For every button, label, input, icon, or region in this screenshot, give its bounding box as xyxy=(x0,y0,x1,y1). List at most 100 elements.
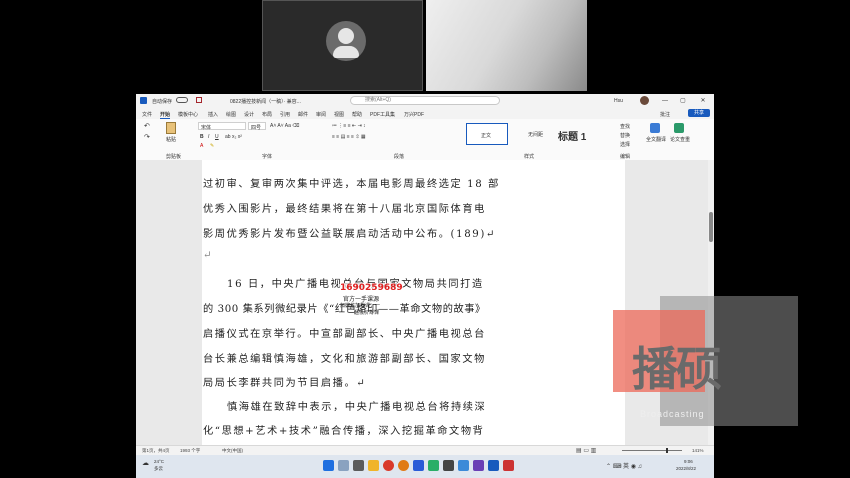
app-icon[interactable] xyxy=(443,460,454,471)
close-button[interactable]: ✕ xyxy=(694,96,712,106)
menu-references[interactable]: 引用 xyxy=(280,111,290,118)
translate-button[interactable]: 全文翻译 xyxy=(646,136,666,143)
word-count[interactable]: 1993 个字 xyxy=(180,448,200,454)
overlay-line2: 加微信加我课，一 xyxy=(340,303,381,309)
ribbon: ↶ ↷ 粘贴 剪贴板 宋体 四号 A˄ A˅ Aa ⌫ B I U ab x₂ … xyxy=(136,119,714,161)
word-taskbar-icon[interactable] xyxy=(488,460,499,471)
search-input[interactable]: 搜索(Alt+Q) xyxy=(350,96,500,105)
menu-design[interactable]: 设计 xyxy=(244,111,254,118)
zoom-slider[interactable] xyxy=(622,450,682,451)
user-avatar[interactable] xyxy=(640,96,649,105)
taskbar: ☁ 24°C 多云 ⌃ ⌨ 英 ◉ ♫ 9:06 2022/8/22 xyxy=(136,455,714,478)
browser-icon[interactable] xyxy=(398,460,409,471)
replace-button[interactable]: 替换 xyxy=(620,132,630,139)
brand-watermark: 播硕 xyxy=(632,342,722,396)
underline-button[interactable]: U xyxy=(215,134,219,140)
autosave-toggle[interactable] xyxy=(176,97,188,103)
chrome-icon[interactable] xyxy=(383,460,394,471)
style-normal[interactable]: 正文 xyxy=(466,123,508,145)
bold-button[interactable]: B xyxy=(200,134,204,140)
video-tile-participant xyxy=(262,0,423,91)
user-name[interactable]: Hsu xyxy=(614,98,623,104)
file-explorer-icon[interactable] xyxy=(368,460,379,471)
weather-icon[interactable]: ☁ xyxy=(142,459,149,467)
tray-icons[interactable]: ⌃ ⌨ 英 ◉ ♫ xyxy=(606,461,642,470)
style-nospacing[interactable]: 无间距 xyxy=(516,123,558,145)
menu-mailings[interactable]: 邮件 xyxy=(298,111,308,118)
app-icon[interactable] xyxy=(473,460,484,471)
menu-file[interactable]: 文件 xyxy=(142,111,152,118)
comment-button[interactable]: 批注 xyxy=(660,111,670,118)
overlay-line3: 超低价筹课 xyxy=(354,310,380,316)
zoom-level[interactable]: 141% xyxy=(692,448,704,453)
menu-view[interactable]: 视图 xyxy=(334,111,344,118)
doc-line: 优秀入围影片，最终结果将在第十八届北京国际体育电 xyxy=(203,204,486,215)
avatar-icon xyxy=(326,21,366,61)
zoom-slider-thumb[interactable] xyxy=(666,448,668,453)
maximize-button[interactable]: ▢ xyxy=(674,96,692,106)
highlight-button[interactable]: ✎ xyxy=(210,143,214,149)
select-button[interactable]: 选择 xyxy=(620,141,630,148)
video-tile-screen xyxy=(426,0,587,91)
styles-group-label: 样式 xyxy=(524,154,535,160)
plagiarism-icon[interactable] xyxy=(674,123,684,133)
find-button[interactable]: 查找 xyxy=(620,123,630,130)
weather-desc[interactable]: 多云 xyxy=(154,466,163,472)
font-name-select[interactable]: 宋体 xyxy=(198,122,246,131)
share-button[interactable]: 共享 xyxy=(688,109,710,117)
save-icon[interactable] xyxy=(196,97,202,103)
style-heading1[interactable]: 标题 1 xyxy=(556,123,606,145)
page-count[interactable]: 第1页，共4页 xyxy=(142,448,170,454)
menu-wondershare-pdf[interactable]: 万兴PDF xyxy=(404,111,424,118)
wechat-icon[interactable] xyxy=(428,460,439,471)
brand-watermark-sub: Broadcasting xyxy=(640,409,705,419)
view-mode-icons[interactable]: ▤ ▭ ▥ xyxy=(576,447,596,454)
font-color-button[interactable]: A xyxy=(200,143,203,149)
paste-icon[interactable] xyxy=(166,122,176,134)
overlay-watermark: 1690259689 官方一手课源 加微信加我课，一 超低价筹课 xyxy=(340,283,404,317)
doc-line: 影周优秀影片发布暨公益联展启动活动中公布。(189)↵ xyxy=(203,229,497,240)
font-size-select[interactable]: 四号 xyxy=(248,122,266,131)
strikethrough-button[interactable]: ab x₂ x² xyxy=(225,134,242,140)
italic-button[interactable]: I xyxy=(208,134,209,140)
menu-bar: 文件 开始 模板中心 插入 绘图 设计 布局 引用 邮件 审阅 视图 帮助 PD… xyxy=(136,108,714,119)
menu-pdf-tools[interactable]: PDF工具集 xyxy=(370,111,395,118)
task-view-icon[interactable] xyxy=(353,460,364,471)
menu-review[interactable]: 审阅 xyxy=(316,111,326,118)
bullets-button[interactable]: ≔ ⋮≡ ≡ ⇤ ⇥ ↕ xyxy=(332,123,366,129)
clock-time[interactable]: 9:06 xyxy=(684,459,693,464)
align-buttons[interactable]: ≡ ≡ ▤ ≡ ≡ ⇳ ▦ xyxy=(332,134,366,140)
autosave-label: 自动保存 xyxy=(152,99,173,105)
menu-draw[interactable]: 绘图 xyxy=(226,111,236,118)
menu-templates[interactable]: 模板中心 xyxy=(178,111,198,118)
style-heading1-label: 标题 1 xyxy=(558,132,587,143)
clipboard-group-label: 剪贴板 xyxy=(166,154,182,160)
menu-layout[interactable]: 布局 xyxy=(262,111,272,118)
weather-temp[interactable]: 24°C xyxy=(154,459,164,464)
start-icon[interactable] xyxy=(323,460,334,471)
font-group-label: 字体 xyxy=(262,154,273,160)
search-icon[interactable] xyxy=(338,460,349,471)
plagiarism-button[interactable]: 论文查重 xyxy=(670,136,690,143)
style-normal-label: 正文 xyxy=(481,133,492,139)
menu-home[interactable]: 开始 xyxy=(160,111,171,119)
app-icon[interactable] xyxy=(503,460,514,471)
language[interactable]: 中文(中国) xyxy=(222,448,243,454)
font-size-value: 四号 xyxy=(251,125,262,131)
editing-group-label: 编辑 xyxy=(620,154,631,160)
doc-line: ↵ xyxy=(203,250,214,261)
app-icon[interactable] xyxy=(458,460,469,471)
translate-icon[interactable] xyxy=(650,123,660,133)
word-logo-icon xyxy=(140,97,147,104)
undo-icon[interactable]: ↶ xyxy=(144,122,150,130)
clock-date[interactable]: 2022/8/22 xyxy=(676,466,696,471)
grow-font-icon[interactable]: A˄ A˅ Aa ⌫ xyxy=(270,123,299,129)
paste-button[interactable]: 粘贴 xyxy=(166,136,176,143)
doc-line: 台长兼总编辑慎海雄，文化和旅游部副部长、国家文物 xyxy=(203,354,486,365)
scrollbar-thumb[interactable] xyxy=(709,212,713,242)
menu-help[interactable]: 帮助 xyxy=(352,111,362,118)
app-icon[interactable] xyxy=(413,460,424,471)
menu-insert[interactable]: 插入 xyxy=(208,111,218,118)
minimize-button[interactable]: — xyxy=(656,96,674,106)
redo-icon[interactable]: ↷ xyxy=(144,133,150,141)
